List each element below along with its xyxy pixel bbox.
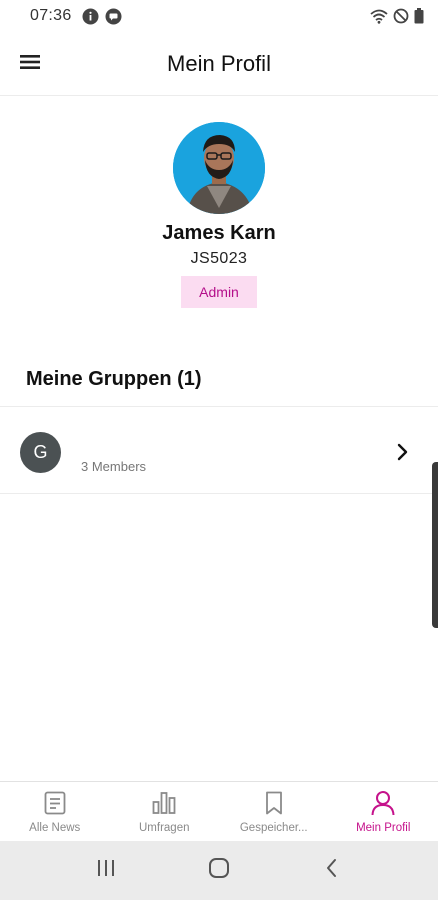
wifi-icon: [370, 9, 388, 24]
recent-apps-button[interactable]: [86, 856, 126, 886]
nav-item-umfragen[interactable]: Umfragen: [110, 782, 220, 841]
profile-section: James Karn JS5023 Admin: [0, 122, 438, 308]
nav-label: Alle News: [29, 822, 81, 834]
battery-icon: [414, 8, 424, 24]
scroll-handle[interactable]: [432, 462, 438, 628]
divider: [0, 406, 438, 407]
do-not-disturb-icon: [393, 8, 409, 24]
back-icon: [325, 858, 339, 883]
nav-item-alle-news[interactable]: Alle News: [0, 782, 110, 841]
avatar-photo: [173, 122, 265, 214]
info-icon: [82, 8, 99, 25]
person-icon: [369, 789, 397, 817]
bottom-navigation: Alle News Umfragen Gespeicher... Mein Pr…: [0, 781, 438, 841]
bar-chart-icon: [150, 789, 178, 817]
news-icon: [41, 789, 69, 817]
groups-heading: Meine Gruppen (1): [26, 368, 202, 390]
role-badge: Admin: [181, 276, 257, 308]
home-icon: [208, 857, 230, 884]
profile-id: JS5023: [190, 250, 248, 267]
profile-name: James Karn: [162, 222, 276, 244]
message-icon: [105, 8, 122, 25]
status-bar: 07:36: [0, 0, 438, 32]
avatar: [173, 122, 265, 214]
hamburger-menu-icon: [20, 54, 40, 75]
recent-apps-icon: [96, 859, 116, 882]
nav-item-mein-profil[interactable]: Mein Profil: [329, 782, 438, 841]
home-button[interactable]: [199, 856, 239, 886]
chevron-right-icon: [395, 442, 409, 462]
status-right: [370, 8, 424, 24]
status-left: 07:36: [30, 7, 122, 25]
nav-label: Umfragen: [139, 822, 190, 834]
menu-button[interactable]: [20, 50, 58, 78]
group-avatar: G: [20, 432, 61, 473]
status-time: 07:36: [30, 7, 72, 24]
group-members-count: 3 Members: [81, 459, 147, 474]
back-button[interactable]: [312, 856, 352, 886]
system-navigation-bar: [0, 841, 438, 900]
page-title: Mein Profil: [167, 50, 271, 76]
nav-item-gespeichert[interactable]: Gespeicher...: [219, 782, 329, 841]
bookmark-icon: [260, 789, 288, 817]
nav-label: Mein Profil: [356, 822, 411, 834]
app-bar: Mein Profil: [0, 32, 438, 96]
group-list-item[interactable]: G 3 Members: [0, 416, 438, 494]
nav-label: Gespeicher...: [239, 822, 308, 834]
